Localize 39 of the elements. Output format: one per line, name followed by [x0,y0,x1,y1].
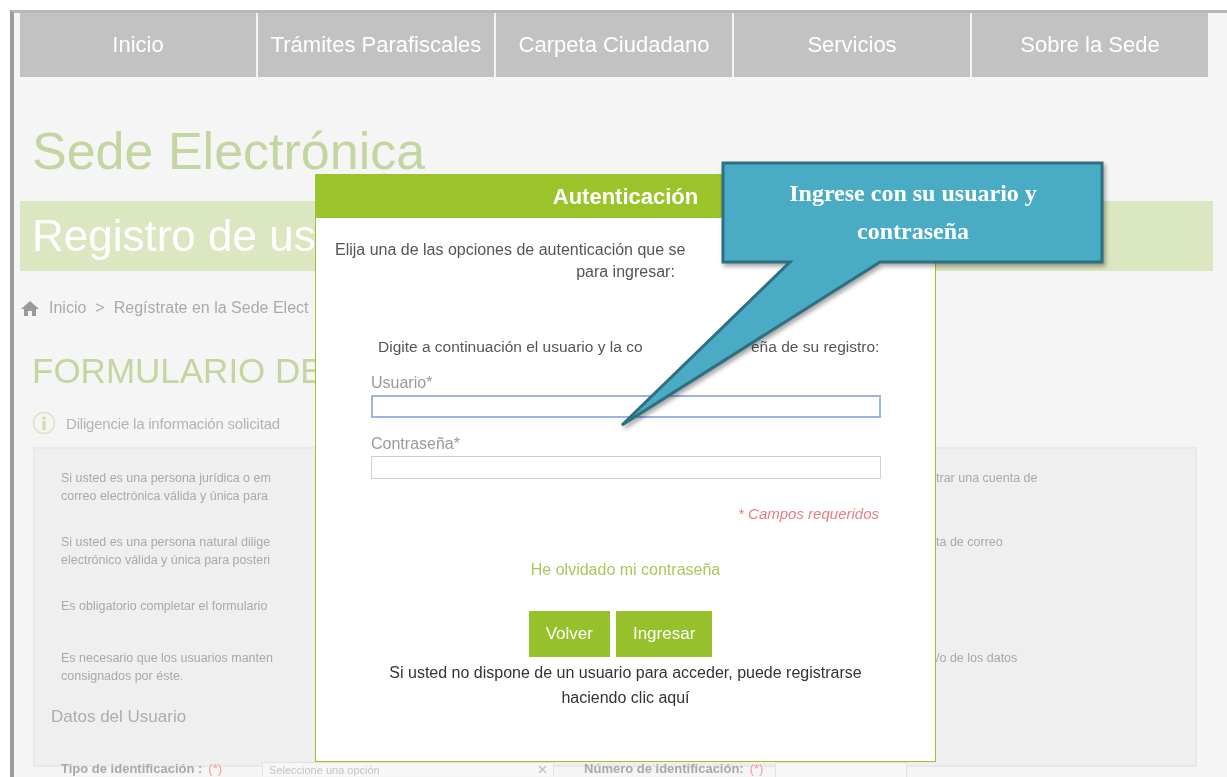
action-button[interactable]: Ingresar [615,611,713,657]
notice-text: ta de correo [936,534,1004,551]
field-label: Tipo de identificación : (*) [61,762,223,776]
notice-text: trar una cuenta de [936,470,1039,487]
breadcrumb-link[interactable]: Regístrate en la Sede Elect [113,299,309,317]
field-label: Número de identificación: (*) [584,762,764,776]
section-title: Datos del Usuario [51,707,188,727]
modal-title: Autenticación [552,183,699,210]
intro-text: para ingresar: [576,263,675,281]
callout-text: Ingrese con su usuario y contraseña [788,179,1038,246]
notice-text: /o de los datos [936,650,1019,667]
notice-text: Es necesario que los usuarios manten consignados por éste. [61,650,274,685]
intro-text: Elija una de las opciones de autenticación que se [335,241,687,259]
nav-link[interactable]: Trámites Parafiscales [258,13,496,77]
nav-link[interactable]: Sobre la Sede [972,13,1210,77]
notice-text: Si usted es una persona jurídica o em correo electrónica válida y única para [61,470,272,505]
instruction-text: Digite a continuación el usuario y la co [378,338,644,356]
notice-text: Es obligatorio completar el formulario [61,598,269,615]
nav-link[interactable]: Inicio [20,13,258,77]
banner-title: Registro de us [32,211,316,261]
nav-link[interactable]: Carpeta Ciudadano [496,13,734,77]
register-text: Si usted no dispone de un usuario para acceder, puede registrarse haciendo clic aquí [389,663,862,708]
input-field[interactable] [371,395,881,418]
field-label: Usuario* [371,374,434,392]
notice-text: Si usted es una persona natural dilige electrónico válida y única para posteri [61,534,272,569]
breadcrumb-link[interactable]: Inicio [49,299,87,317]
site-title: Sede Electrónica [32,121,426,181]
field-label: Contraseña* [371,435,461,453]
nav-link[interactable]: Servicios [734,13,972,77]
input-field[interactable] [371,456,881,479]
forgot-password-link[interactable]: He olvidado mi contraseña [530,561,721,579]
instruction-text: eña de su registro: [751,338,881,356]
info-icon [32,411,56,435]
home-icon[interactable] [20,299,40,317]
info-text: Diligencie la información solicitad [66,414,280,432]
clear-icon[interactable] [538,765,548,774]
action-button[interactable]: Volver [528,611,610,657]
breadcrumb-separator: > [95,299,105,317]
required-note: * Campos requeridos [738,505,879,522]
